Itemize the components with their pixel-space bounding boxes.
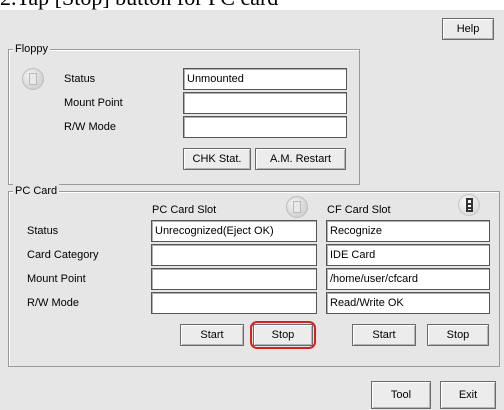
cf-slot-status-field: Recognize <box>326 220 490 242</box>
pc-slot-mount-point-field <box>151 268 317 290</box>
cf-slot-rw-mode-field: Read/Write OK <box>326 292 490 314</box>
floppy-mount-point-label: Mount Point <box>64 97 123 109</box>
pc-card-slot-icon <box>286 196 308 218</box>
floppy-status-field: Unmounted <box>183 68 347 90</box>
cf-slot-mount-point-field: /home/user/cfcard <box>326 268 490 290</box>
floppy-group: Floppy Status Unmounted Mount Point R/W … <box>8 42 360 185</box>
pc-card-group-title: PC Card <box>13 184 60 198</box>
floppy-disk-icon <box>22 68 44 90</box>
exit-button[interactable]: Exit <box>440 381 496 409</box>
pc-slot-card-category-field <box>151 244 317 266</box>
card-category-label: Card Category <box>27 249 99 261</box>
floppy-group-title: Floppy <box>13 42 51 56</box>
pc-card-group: PC Card PC Card Slot CF Card Slot Status… <box>8 184 500 367</box>
help-button[interactable]: Help <box>442 18 494 40</box>
chk-stat-button[interactable]: CHK Stat. <box>183 148 251 170</box>
floppy-mount-point-field <box>183 92 347 114</box>
stop-button-highlight <box>250 321 316 349</box>
floppy-rw-mode-field <box>183 116 347 138</box>
pc-card-slot-header: PC Card Slot <box>152 204 217 216</box>
pc-slot-status-field: Unrecognized(Eject OK) <box>151 220 317 242</box>
pc-start-button[interactable]: Start <box>180 324 244 346</box>
cf-card-slot-header: CF Card Slot <box>327 204 391 216</box>
card-manager-panel: Help Floppy Status Unmounted Mount Point… <box>0 10 504 410</box>
cf-stop-button[interactable]: Stop <box>427 324 489 346</box>
instruction-caption: 2.Tap [Stop] button for PC card <box>0 0 504 10</box>
floppy-status-label: Status <box>64 73 96 85</box>
am-restart-button[interactable]: A.M. Restart <box>255 148 346 170</box>
cf-card-slot-icon[interactable] <box>458 194 480 216</box>
rw-mode-label: R/W Mode <box>27 297 79 309</box>
status-label: Status <box>27 225 59 237</box>
tool-button[interactable]: Tool <box>371 381 431 409</box>
pc-slot-rw-mode-field <box>151 292 317 314</box>
floppy-rw-mode-label: R/W Mode <box>64 121 116 133</box>
mount-point-label: Mount Point <box>27 273 86 285</box>
cf-slot-card-category-field: IDE Card <box>326 244 490 266</box>
cf-start-button[interactable]: Start <box>352 324 416 346</box>
